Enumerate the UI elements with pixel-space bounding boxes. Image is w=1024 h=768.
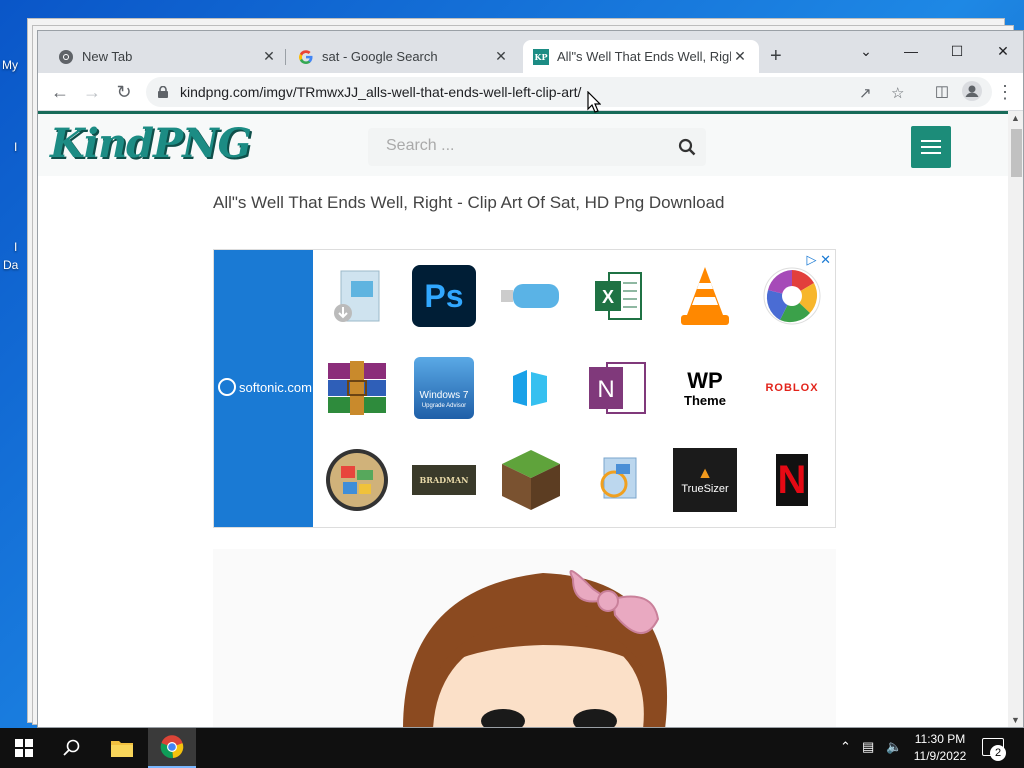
share-icon[interactable]: ↗ [859,84,872,102]
wp-theme-icon[interactable]: WP Theme [672,356,738,420]
picasa-icon[interactable] [759,264,825,328]
volume-icon[interactable]: 🔈 [886,739,902,755]
softonic-icon [218,378,236,396]
system-clock[interactable]: 11:30 PM 11/9/2022 [905,731,975,765]
wp-label: WP [687,367,723,393]
gta-icon[interactable] [324,448,390,512]
chevron-up-icon[interactable]: ⌃ [840,739,851,755]
bradman-cricket-icon[interactable]: BRADMAN [411,448,477,512]
url-text[interactable]: kindpng.com/imgv/TRmwxJJ_alls-well-that-… [180,84,581,100]
desktop-icon-label[interactable]: Da [3,258,18,272]
tab-title: All"s Well That Ends Well, Right [557,49,731,64]
menu-bar [921,152,941,154]
menu-bar [921,146,941,148]
netflix-icon[interactable]: N [759,448,825,512]
windows-start-icon[interactable] [0,728,48,768]
address-bar[interactable]: kindpng.com/imgv/TRmwxJJ_alls-well-that-… [146,77,992,107]
truesizer-label: TrueSizer [681,483,729,495]
close-window-button[interactable]: ✕ [980,37,1023,65]
new-tab-button[interactable]: + [770,46,782,66]
vlc-icon[interactable] [672,264,738,328]
desktop-icon-label[interactable]: I [14,140,17,154]
notification-badge: 2 [990,745,1006,761]
svg-text:N: N [597,376,614,403]
tab-search-button[interactable]: ⌄ [843,37,889,65]
search-icon[interactable] [678,138,696,156]
chrome-taskbar-icon[interactable] [148,728,196,768]
page-scrollbar[interactable]: ▲ ▼ [1008,111,1023,727]
file-explorer-icon[interactable] [98,728,146,768]
browser-window: New Tab ✕ sat - Google Search ✕ KP All"s… [37,30,1024,728]
ad-brand-panel[interactable]: softonic.com [214,250,313,527]
roblox-icon[interactable]: ROBLOX [759,356,825,420]
tab-title: sat - Google Search [322,49,438,64]
lock-icon[interactable] [158,85,168,98]
windows7-upgrade-icon[interactable]: Windows 7 Upgrade Advisor [411,356,477,420]
svg-text:X: X [602,287,614,307]
page-title: All"s Well That Ends Well, Right - Clip … [213,193,725,212]
excel-icon[interactable]: X [585,264,651,328]
network-icon[interactable]: ▤ [862,739,874,755]
minimize-button[interactable]: — [888,37,934,65]
scrollbar-thumb[interactable] [1011,129,1022,177]
side-panel-icon[interactable]: ◫ [930,81,954,103]
desktop-icon-label[interactable]: My [2,58,18,72]
scroll-down-icon[interactable]: ▼ [1011,715,1020,725]
tab-title: New Tab [82,49,133,64]
minecraft-icon[interactable] [498,448,564,512]
winrar-icon[interactable] [324,356,390,420]
close-icon[interactable]: ✕ [731,48,749,65]
tab-kindpng[interactable]: KP All"s Well That Ends Well, Right ✕ [523,40,759,73]
web-page: KindPNG Search ... All"s Well That Ends … [38,111,1008,727]
tab-strip: New Tab ✕ sat - Google Search ✕ KP All"s… [38,31,1023,73]
google-icon [298,49,314,65]
back-button[interactable]: ← [48,81,72,103]
ad-brand-text: softonic.com [239,379,312,395]
more-menu-icon[interactable]: ⋮ [993,81,1017,103]
chrome-icon [58,49,74,65]
desktop-icon-label[interactable]: I [14,240,17,254]
tab-new-tab[interactable]: New Tab ✕ [48,40,288,73]
search-icon[interactable] [48,728,96,768]
tab-google-search[interactable]: sat - Google Search ✕ [288,40,520,73]
profile-avatar-icon[interactable] [960,81,984,103]
truesizer-icon[interactable]: ▲ TrueSizer [672,448,738,512]
flame-icon: ▲ [697,465,713,482]
taskbar: ⌃ ▤ 🔈 11:30 PM 11/9/2022 2 [0,728,1024,768]
advertisement-banner[interactable]: softonic.com ▷ ✕ Ps X Windows 7 Upgrade … [213,249,836,528]
download-icon[interactable] [324,264,390,328]
clock-date: 11/9/2022 [913,749,967,763]
mouse-cursor-icon [587,91,601,113]
windows7-sublabel: Upgrade Advisor [421,403,467,409]
reload-button[interactable]: ↻ [112,81,136,103]
close-icon[interactable]: ✕ [260,48,278,65]
clock-time: 11:30 PM [914,732,966,746]
scroll-up-icon[interactable]: ▲ [1011,113,1020,123]
bookmark-star-icon[interactable]: ☆ [891,84,904,102]
photoshop-icon[interactable]: Ps [411,264,477,328]
site-logo[interactable]: KindPNG [50,120,252,167]
app-icon[interactable] [498,356,564,420]
site-search-box[interactable]: Search ... [368,128,706,166]
site-header: KindPNG Search ... [38,114,1008,176]
app-icon[interactable] [585,448,651,512]
maximize-button[interactable]: ☐ [934,37,980,65]
windows7-label: Windows 7 [419,390,469,401]
hamburger-menu-button[interactable] [911,126,951,168]
tab-separator [285,49,286,65]
forward-button[interactable]: → [80,81,104,103]
theme-label: Theme [684,392,726,408]
browser-toolbar: ← → ↻ kindpng.com/imgv/TRmwxJJ_alls-well… [38,73,1023,111]
search-input[interactable]: Search ... [386,137,454,155]
menu-bar [921,140,941,142]
clip-art-image[interactable] [213,549,836,727]
kindpng-favicon: KP [533,48,549,65]
onenote-icon[interactable]: N [585,356,651,420]
usb-drive-icon[interactable] [498,264,564,328]
close-icon[interactable]: ✕ [492,48,510,65]
softonic-logo[interactable]: softonic.com [218,378,312,396]
